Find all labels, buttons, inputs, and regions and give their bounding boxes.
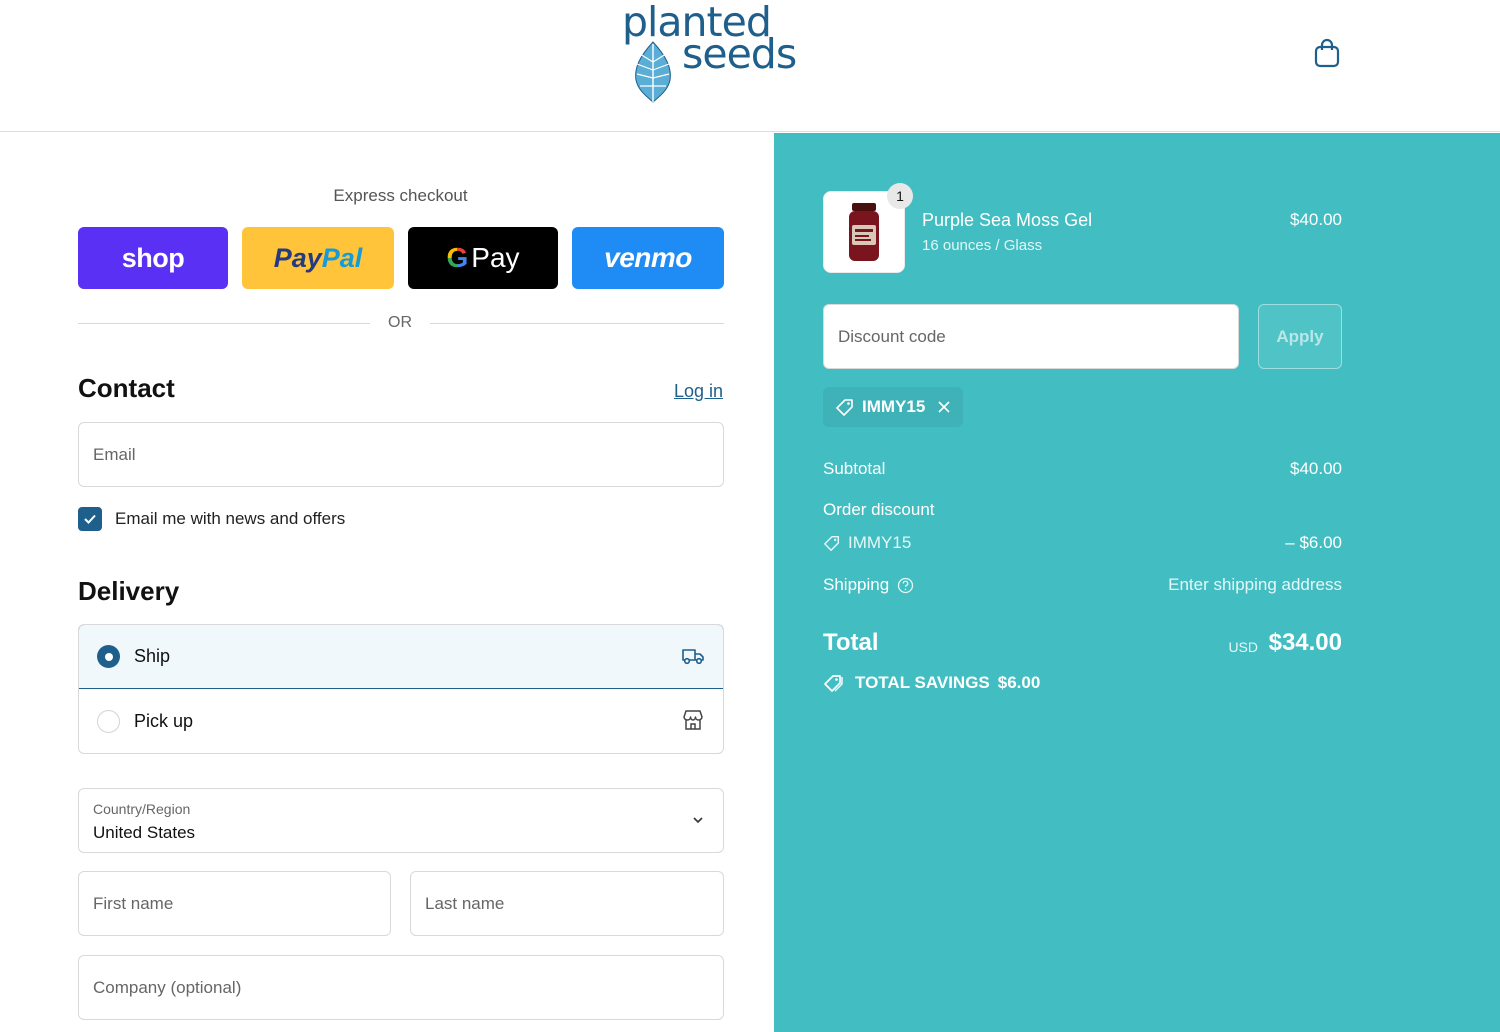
cart-button[interactable] xyxy=(1310,36,1344,70)
delivery-method-group: Ship Pick up xyxy=(78,624,724,754)
paypal-label-pal: Pal xyxy=(321,242,363,273)
chevron-down-icon xyxy=(693,817,703,824)
delivery-option-pickup[interactable]: Pick up xyxy=(79,689,723,753)
shopping-bag-icon xyxy=(1314,38,1340,68)
checkout-form: Express checkout shop Pay Pal G Pay venmo … xyxy=(0,133,774,1032)
total-savings-label: TOTAL SAVINGS xyxy=(855,673,990,692)
tag-icon xyxy=(824,535,840,551)
or-divider-left xyxy=(78,323,370,324)
newsletter-label: Email me with news and offers xyxy=(115,509,346,528)
shipping-label: Shipping xyxy=(823,575,890,594)
order-discount-value: – $6.00 xyxy=(1285,533,1342,552)
total-currency: USD xyxy=(1228,639,1258,655)
newsletter-checkbox-row[interactable]: Email me with news and offers xyxy=(78,507,345,531)
total-value: $34.00 xyxy=(1268,629,1342,656)
login-link[interactable]: Log in xyxy=(674,381,723,402)
total-label: Total xyxy=(823,629,879,656)
pickup-label: Pick up xyxy=(134,710,194,731)
tag-icon xyxy=(824,675,843,692)
google-g-icon: G xyxy=(446,242,469,273)
subtotal-value: $40.00 xyxy=(1290,459,1342,478)
company-input[interactable] xyxy=(79,956,723,1019)
pickup-radio[interactable] xyxy=(97,709,120,733)
close-icon xyxy=(938,401,950,413)
discount-code-input[interactable] xyxy=(824,305,1238,368)
applied-discount-code: IMMY15 xyxy=(862,397,926,416)
quantity-badge: 1 xyxy=(887,183,913,209)
shipping-row: Shipping xyxy=(823,575,914,595)
email-field[interactable] xyxy=(78,422,724,487)
contact-title: Contact xyxy=(78,373,175,403)
google-pay-label: Pay xyxy=(471,242,520,273)
product-price: $40.00 xyxy=(1290,210,1342,229)
brand-logo[interactable]: planted seeds xyxy=(620,0,800,104)
checkmark-icon xyxy=(84,514,96,524)
order-discount-code: IMMY15 xyxy=(848,533,912,552)
or-label: OR xyxy=(388,314,412,331)
express-checkout-title: Express checkout xyxy=(333,186,468,205)
leaf-icon xyxy=(635,41,671,103)
applied-discount-chip: IMMY15 xyxy=(823,387,964,427)
venmo-label: venmo xyxy=(604,242,692,273)
apply-discount-button[interactable]: Apply xyxy=(1258,304,1342,369)
subtotal-label: Subtotal xyxy=(823,459,886,478)
delivery-option-ship[interactable]: Ship xyxy=(79,625,723,689)
order-summary: 1 Purple Sea Moss Gel 16 ounces / Glass … xyxy=(774,133,1500,1032)
remove-discount-button[interactable] xyxy=(937,400,951,414)
last-name-input[interactable] xyxy=(411,872,723,935)
country-select[interactable]: Country/Region United States xyxy=(78,788,724,853)
first-name-input[interactable] xyxy=(79,872,390,935)
product-name: Purple Sea Moss Gel xyxy=(922,210,1093,230)
product-variant: 16 ounces / Glass xyxy=(922,237,1043,254)
shop-pay-button[interactable]: shop xyxy=(78,227,228,289)
ship-label: Ship xyxy=(134,646,171,666)
help-icon[interactable] xyxy=(897,577,914,594)
total-savings-value: $6.00 xyxy=(997,673,1041,692)
order-discount-code-row: IMMY15 xyxy=(823,533,911,553)
ship-radio[interactable] xyxy=(97,645,120,668)
discount-code-field[interactable] xyxy=(823,304,1239,369)
order-discount-label: Order discount xyxy=(823,500,935,519)
first-name-field[interactable] xyxy=(78,871,391,936)
google-pay-button[interactable]: G Pay xyxy=(408,227,558,289)
jar-image xyxy=(849,203,879,261)
delivery-title: Delivery xyxy=(78,576,180,606)
or-divider-right xyxy=(430,323,724,324)
email-input[interactable] xyxy=(79,423,723,486)
country-label: Country/Region xyxy=(93,801,191,817)
shipping-value: Enter shipping address xyxy=(1168,575,1342,594)
store-icon xyxy=(683,710,703,730)
venmo-button[interactable]: venmo xyxy=(572,227,724,289)
newsletter-checkbox[interactable] xyxy=(78,507,102,531)
shop-pay-label: shop xyxy=(121,242,185,273)
truck-icon xyxy=(682,649,704,665)
site-header: planted seeds xyxy=(0,0,1500,132)
brand-name-line2: seeds xyxy=(682,30,797,78)
country-value: United States xyxy=(93,823,196,842)
total-savings-row: TOTAL SAVINGS $6.00 xyxy=(823,673,1040,693)
paypal-label-pay: Pay xyxy=(273,242,322,273)
last-name-field[interactable] xyxy=(410,871,724,936)
tag-icon xyxy=(836,399,853,416)
company-field[interactable] xyxy=(78,955,724,1020)
paypal-button[interactable]: Pay Pal xyxy=(242,227,394,289)
